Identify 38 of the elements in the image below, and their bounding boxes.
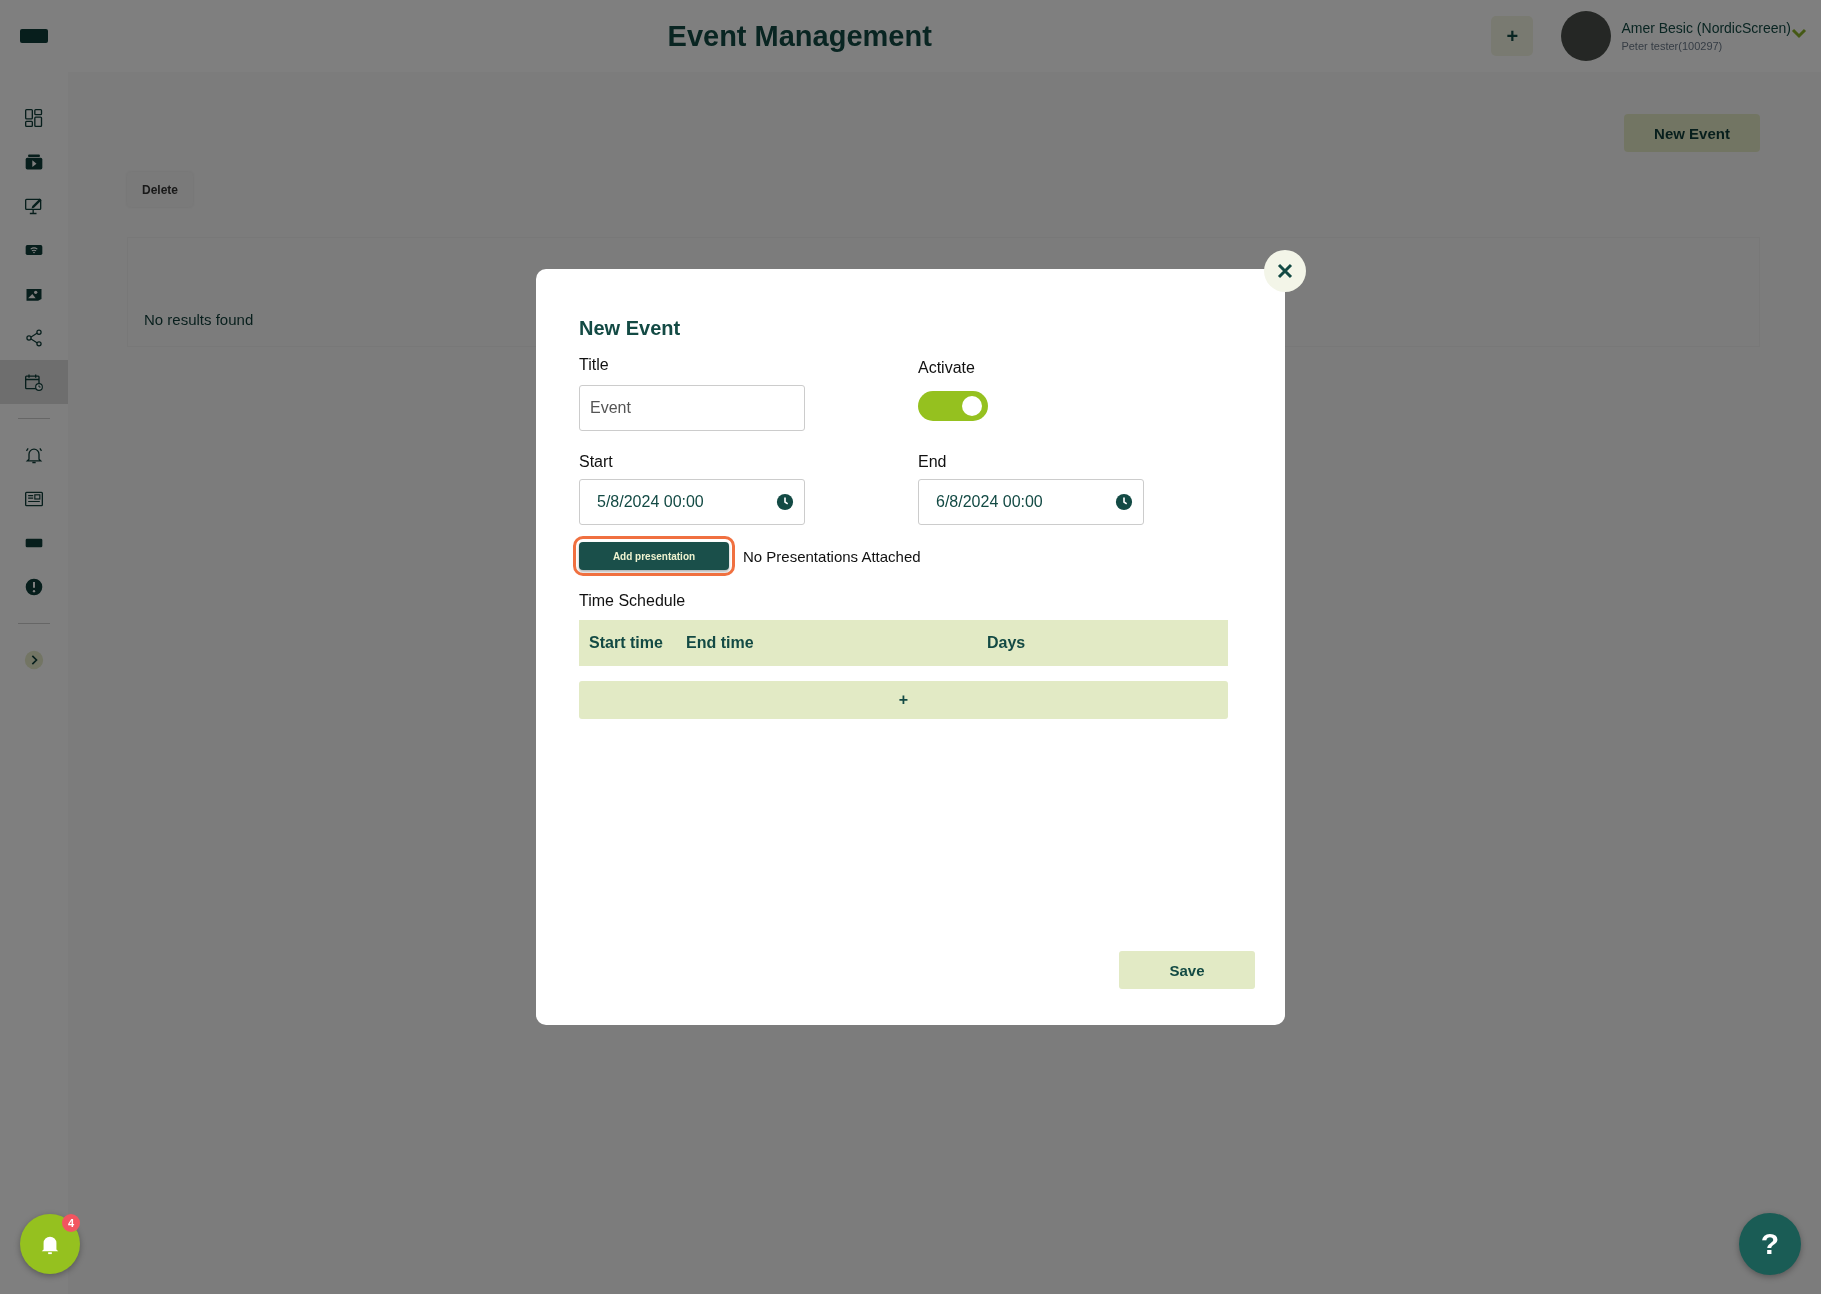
avatar: [1561, 11, 1612, 61]
user-name: Amer Besic (NordicScreen): [1621, 20, 1791, 36]
field-label: Activate: [918, 359, 976, 377]
start-date-field[interactable]: 5/8/2024 00:00: [579, 479, 805, 525]
user-subtitle: Peter tester(100297): [1621, 40, 1724, 52]
field-label: Title: [579, 356, 610, 375]
section-label: Time Schedule: [579, 592, 687, 610]
sidebar-item[interactable]: [0, 360, 68, 404]
chevron-right-icon: [24, 650, 44, 670]
new-event-button[interactable]: New Event: [1624, 114, 1760, 152]
delete-button[interactable]: Delete: [127, 172, 193, 207]
calendar-icon: [24, 372, 44, 392]
column-header: End time: [686, 634, 755, 652]
activate-toggle[interactable]: [918, 391, 988, 421]
logo-icon: [20, 29, 48, 43]
play-icon: [24, 152, 44, 172]
newspaper-icon: [24, 489, 44, 509]
end-date-field[interactable]: 6/8/2024 00:00: [918, 479, 1144, 525]
column-header: Days: [987, 634, 1027, 652]
empty-message: No results found: [144, 311, 254, 328]
add-button[interactable]: +: [1491, 16, 1534, 56]
clock-icon: [1115, 493, 1133, 511]
monitor-edit-icon: [24, 196, 44, 216]
page-title: Event Management: [666, 19, 933, 53]
save-button[interactable]: Save: [1119, 951, 1255, 989]
title-input[interactable]: Event: [579, 385, 805, 431]
share-icon: [24, 328, 44, 348]
dashboard-icon: [24, 108, 44, 128]
field-label: Start: [579, 453, 614, 471]
column-header: Start time: [589, 634, 664, 652]
bell-icon: [24, 445, 44, 465]
close-icon: [1276, 262, 1294, 280]
presentations-status: No Presentations Attached: [743, 547, 921, 565]
alert-icon: [24, 577, 44, 597]
modal-title: New Event: [579, 317, 682, 340]
clock-icon: [776, 493, 794, 511]
field-label: End: [918, 453, 948, 471]
add-row-button[interactable]: +: [579, 681, 1228, 719]
